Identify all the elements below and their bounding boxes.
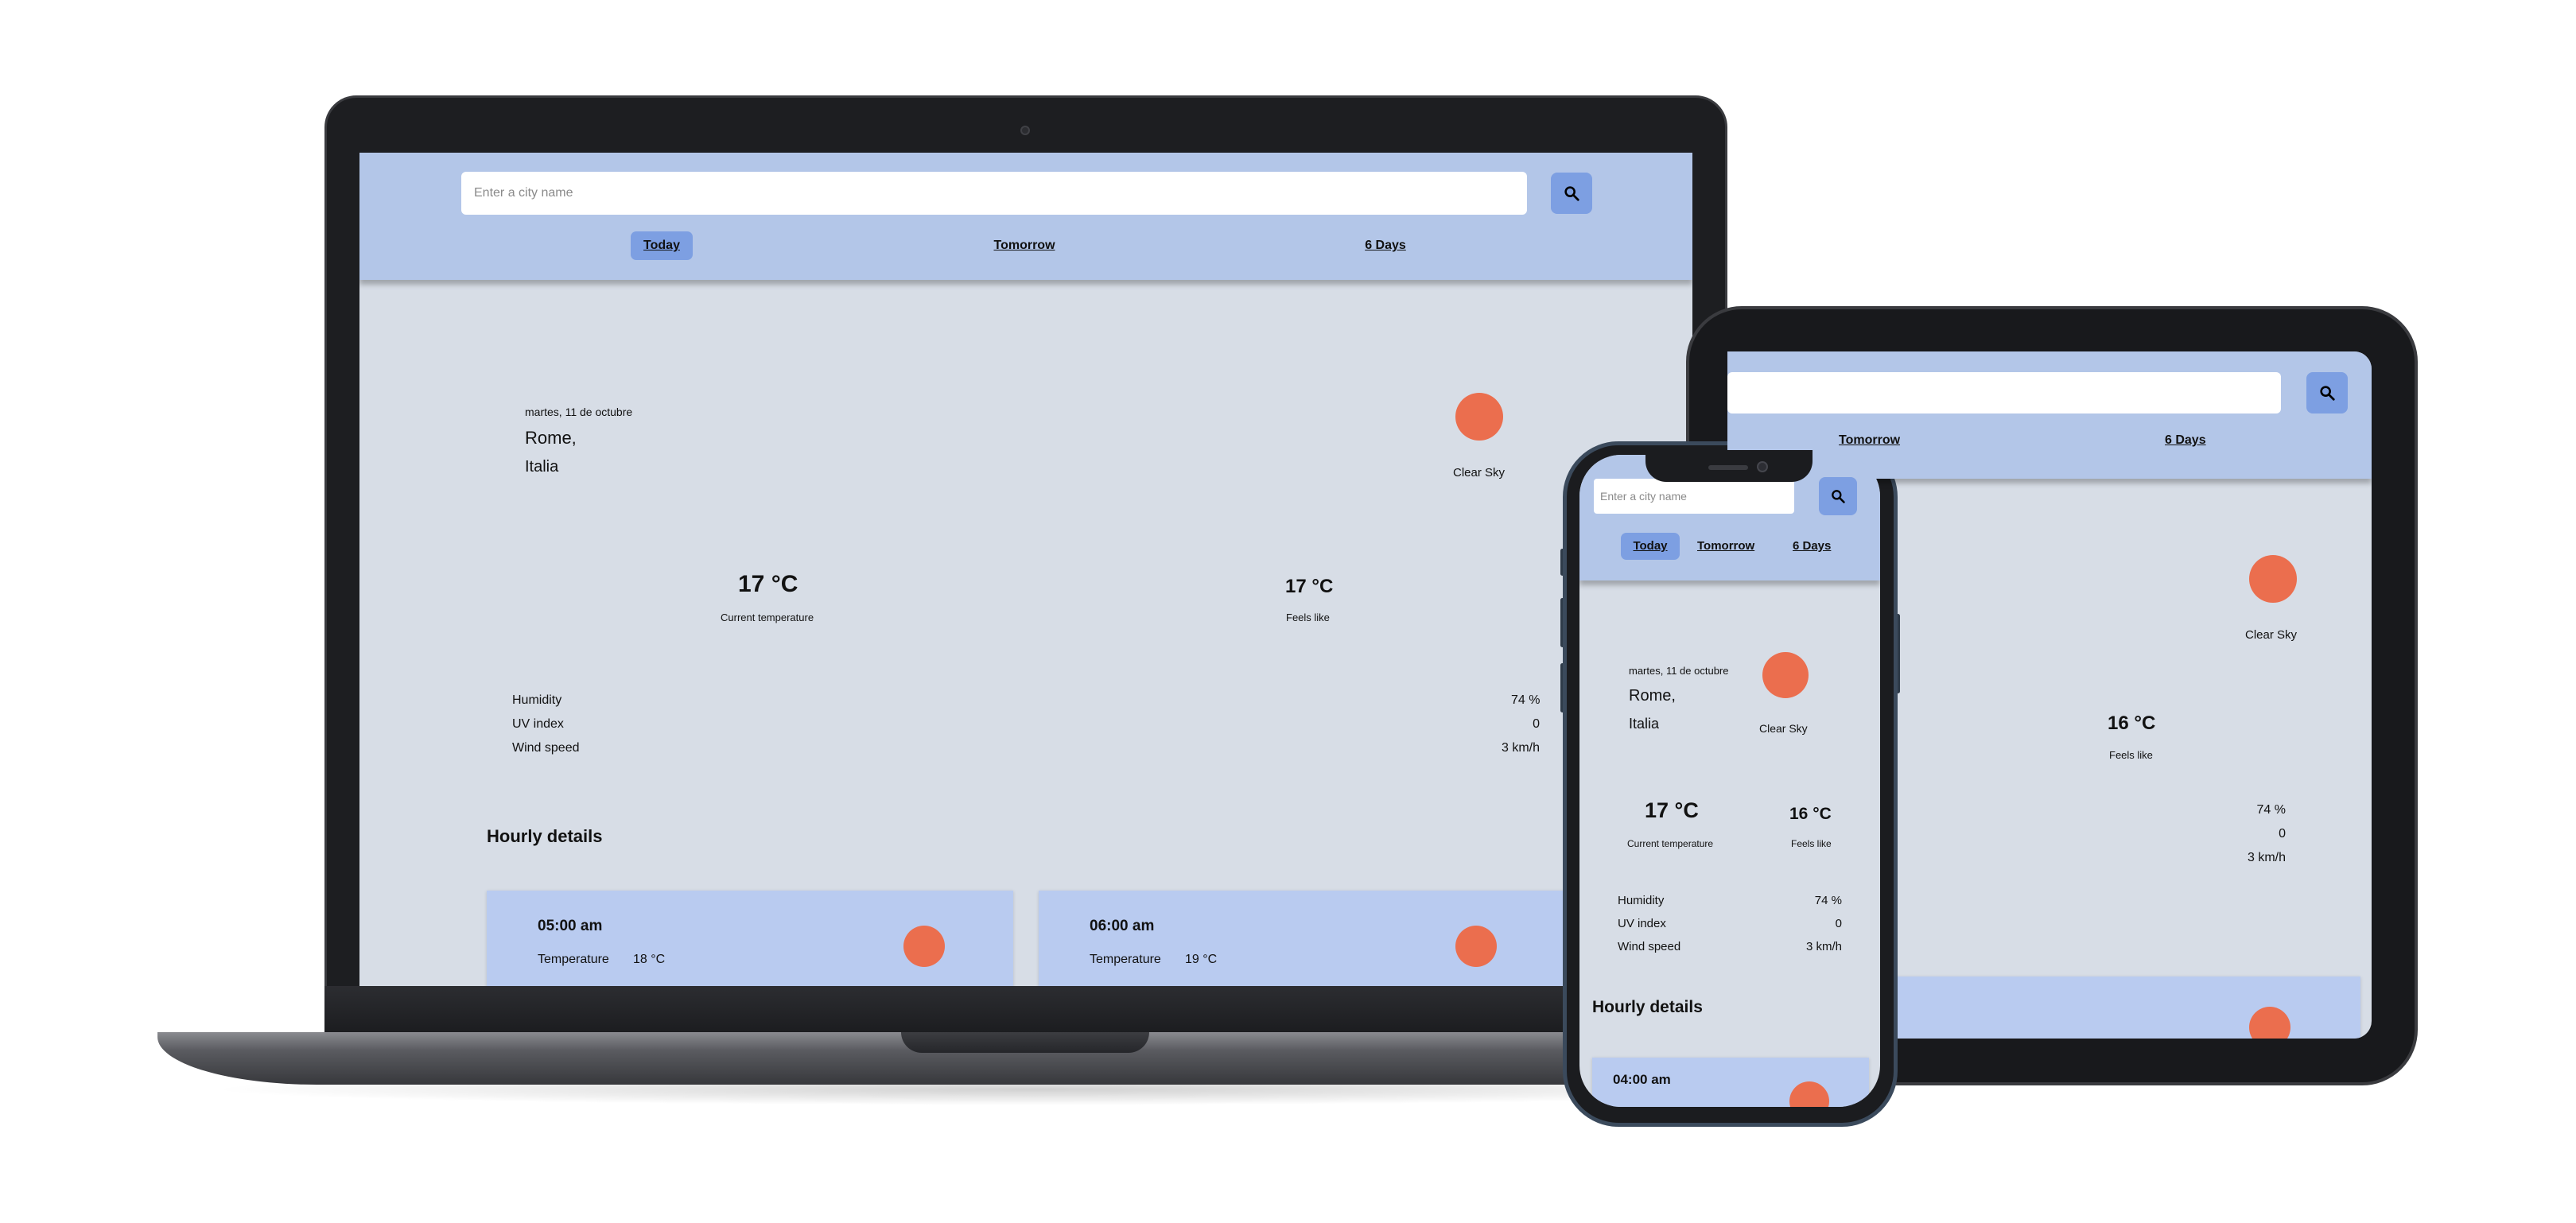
uv-index-value: 0 [1533,717,1540,731]
tab-6-days[interactable]: 6 Days [2165,433,2206,448]
hourly-temperature-label: Temperature [538,953,609,966]
hourly-temperature-value: 19 °C [1185,953,1218,966]
hourly-temperature-label: Temperature [1090,953,1161,966]
hourly-time: 06:00 am [1090,918,1155,934]
hourly-time: 05:00 am [538,918,603,934]
country-name: Italia [525,458,559,476]
uv-index-value: 0 [1835,917,1842,930]
sun-icon [1455,926,1497,967]
laptop-screen: Today Tomorrow 6 Days martes, 11 de octu… [359,153,1692,986]
wind-speed-value: 3 km/h [2247,851,2286,864]
phone-camera [1757,461,1768,472]
tab-tomorrow[interactable]: Tomorrow [1697,533,1754,560]
uv-index-label: UV index [1618,917,1666,930]
sun-icon [1455,393,1503,441]
laptop-hinge [324,986,1727,1032]
current-temperature: 17 °C [1645,798,1699,822]
search-button[interactable] [2306,372,2348,413]
search-button[interactable] [1819,477,1857,515]
date-label: martes, 11 de octubre [525,406,633,418]
humidity-value: 74 % [1814,894,1842,907]
laptop-camera [1020,126,1030,135]
feels-like-temperature: 16 °C [1789,805,1832,823]
wind-speed-label: Wind speed [512,741,580,755]
tab-tomorrow[interactable]: Tomorrow [985,231,1064,260]
search-input[interactable] [1594,479,1794,514]
app-header: Today Tomorrow 6 Days [359,153,1692,280]
hourly-details-title: Hourly details [1592,998,1703,1016]
hourly-temperature-value: 18 °C [633,953,666,966]
wind-speed-label: Wind speed [1618,940,1681,953]
sun-icon [1762,652,1809,698]
feels-like-temperature: 17 °C [1285,576,1334,597]
humidity-value: 74 % [2256,803,2286,817]
uv-index-label: UV index [512,717,564,731]
humidity-value: 74 % [1511,693,1541,707]
search-input[interactable] [1727,372,2281,413]
humidity-label: Humidity [1618,894,1665,907]
tab-today[interactable]: Today [1621,533,1680,560]
wind-speed-value: 3 km/h [1501,741,1540,755]
city-name: Rome, [1629,687,1676,705]
phone-screen: Today Tomorrow 6 Days martes, 11 de octu… [1579,455,1880,1107]
sun-icon [2249,555,2297,603]
humidity-label: Humidity [512,693,562,707]
tab-6-days[interactable]: 6 Days [1354,231,1417,260]
current-temperature-label: Current temperature [1627,838,1714,849]
weather-condition: Clear Sky [1759,722,1808,735]
phone-speaker [1708,465,1748,470]
sun-icon [903,926,945,967]
feels-like-label: Feels like [2109,749,2153,761]
sun-icon [2249,1007,2290,1039]
search-icon [1564,186,1579,201]
feels-like-label: Feels like [1791,838,1832,849]
feels-like-label: Feels like [1286,612,1330,623]
tab-tomorrow[interactable]: Tomorrow [1839,433,1900,448]
search-button[interactable] [1551,173,1592,214]
search-input[interactable] [461,172,1527,215]
city-name: Rome, [525,428,577,448]
weather-condition: Clear Sky [2245,628,2298,642]
wind-speed-value: 3 km/h [1805,940,1842,953]
country-name: Italia [1629,716,1660,732]
tab-today[interactable]: Today [631,231,693,260]
hourly-time: 04:00 am [1613,1072,1671,1087]
current-temperature: 17 °C [738,571,798,597]
hourly-card: 04:00 am [1592,1058,1869,1107]
tab-6-days[interactable]: 6 Days [1793,533,1831,560]
feels-like-temperature: 16 °C [2108,712,2156,734]
date-label: martes, 11 de octubre [1629,665,1729,677]
uv-index-value: 0 [2279,827,2286,841]
hourly-details-title: Hourly details [487,826,603,846]
current-temperature-label: Current temperature [721,612,814,623]
search-icon [2320,386,2335,401]
search-icon [1832,490,1845,503]
hourly-card: 06:00 am Temperature 19 °C [1039,891,1565,986]
laptop-trackpad-notch [901,1032,1149,1053]
sun-icon [1789,1081,1829,1107]
hourly-card: 05:00 am Temperature 18 °C [487,891,1013,986]
weather-condition: Clear Sky [1453,466,1506,479]
